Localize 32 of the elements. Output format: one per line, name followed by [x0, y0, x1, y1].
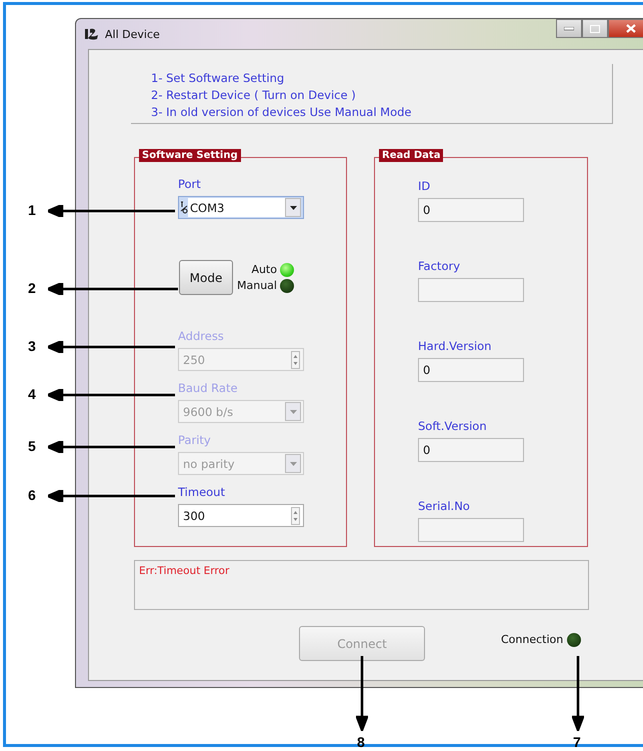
instruction-text: 1- Set Software Setting [151, 70, 286, 87]
instruction-text: 2- Restart Device ( Turn on Device ) [151, 87, 357, 104]
group-title: Read Data [379, 149, 444, 162]
read-only-field: 0 [418, 438, 524, 462]
window-title: All Device [105, 28, 160, 40]
error-message: Err:Timeout Error [139, 565, 230, 577]
field-label: Parity [178, 433, 211, 447]
field-label: Soft.Version [418, 419, 487, 433]
callout-number: 6 [28, 487, 36, 503]
read-only-field: 0 [418, 198, 524, 222]
callout-number: 1 [28, 202, 36, 218]
field-label: ID [418, 179, 430, 193]
field-label: Serial.No [418, 499, 470, 513]
indicator-label: Manual [237, 279, 277, 292]
instruction-text: 3- In old version of devices Use Manual Mode [151, 104, 412, 121]
field-label: Hard.Version [418, 339, 492, 353]
connection-label: Connection [501, 633, 564, 646]
field-label: Timeout [178, 485, 225, 499]
callout-number: 5 [28, 438, 36, 454]
field-label: Port [178, 177, 201, 191]
callout-number: 4 [28, 386, 36, 402]
field-label: Baud Rate [178, 381, 238, 395]
field-label: Address [178, 329, 224, 343]
field-label: Factory [418, 259, 460, 273]
spin-box[interactable]: 300 [178, 504, 304, 527]
group-title: Software Setting [139, 149, 241, 162]
callout-number: 3 [28, 338, 36, 354]
indicator-label: Auto [251, 263, 277, 276]
dropdown[interactable]: COM3 [178, 196, 304, 219]
mode-button[interactable]: Mode [179, 260, 233, 295]
read-only-field: 0 [418, 358, 524, 382]
callout-number: 2 [28, 280, 36, 296]
